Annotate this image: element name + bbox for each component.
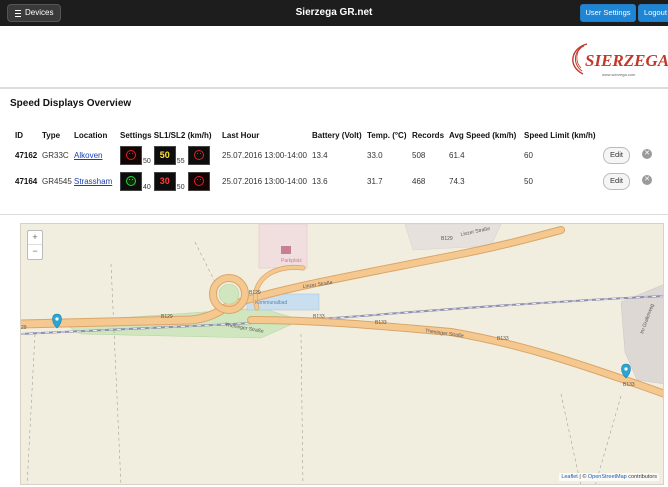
speed-display-sign: 50: [153, 145, 176, 165]
leaflet-link[interactable]: Leaflet: [561, 474, 578, 480]
remove-icon[interactable]: ✕: [642, 175, 652, 186]
map-attribution: Leaflet | © OpenStreetMap contributors: [559, 473, 659, 481]
location-link[interactable]: Alkoven: [74, 151, 102, 160]
page-title: Speed Displays Overview: [10, 98, 132, 109]
map-label: B133: [313, 314, 325, 320]
battery: 13.4: [312, 150, 328, 160]
location-link[interactable]: Strassham: [74, 177, 112, 186]
edit-button[interactable]: Edit: [603, 172, 630, 190]
column-header: Location: [74, 130, 108, 140]
sl2-value: 50: [176, 183, 185, 191]
devices-button[interactable]: Devices: [7, 4, 62, 22]
map-view[interactable]: B129 Linzer Straße B129 Linzer Straße B1…: [20, 223, 664, 485]
table-row: 47162 GR33C Alkoven 505055 25.07.2016 13…: [15, 142, 652, 168]
column-header: Temp. (°C): [367, 130, 407, 140]
frown-face-icon: [187, 171, 210, 191]
map-label: B133: [497, 336, 509, 342]
speed-limit: 50: [524, 176, 533, 186]
sl2-value: 55: [176, 157, 185, 165]
attribution-tail: contributors: [626, 474, 657, 480]
zoom-in-button[interactable]: +: [28, 231, 42, 245]
actions-cell: Edit ✕: [603, 142, 652, 168]
logout-button[interactable]: Logout: [638, 4, 668, 22]
temperature: 33.0: [367, 150, 383, 160]
speed-display-sign: 30: [153, 171, 176, 191]
parking-icon: [281, 246, 291, 254]
column-header: Avg Speed (km/h): [449, 130, 517, 140]
sl1-value: 50: [143, 157, 151, 165]
column-header: Type: [42, 130, 61, 140]
divider: [0, 214, 668, 215]
avg-speed: 74.3: [449, 176, 465, 186]
device-id: 47162: [15, 150, 38, 160]
column-header: Battery (Volt): [312, 130, 362, 140]
sierzega-logo: SIERZEGA www.sierzega.com: [572, 43, 668, 77]
map-label: B133: [375, 320, 387, 326]
map-label: Kommunalbad: [255, 300, 287, 306]
speed-limit: 60: [524, 150, 533, 160]
map-label: 29: [21, 325, 27, 331]
avg-speed: 61.4: [449, 150, 465, 160]
settings-cell: 505055: [120, 142, 222, 168]
map-label: B133: [623, 382, 635, 388]
map-label: B129: [441, 236, 453, 242]
devices-label: Devices: [25, 8, 54, 17]
last-hour: 25.07.2016 13:00-14:00: [222, 176, 307, 186]
table-row: 47164 GR4545 Strassham 403050 25.07.2016…: [15, 168, 652, 194]
actions-header: [603, 128, 652, 142]
remove-icon[interactable]: ✕: [642, 149, 652, 160]
column-header: Records: [412, 130, 445, 140]
hamburger-icon: [15, 9, 21, 17]
osm-link[interactable]: OpenStreetMap: [588, 474, 627, 480]
map-canvas: B129 Linzer Straße B129 Linzer Straße B1…: [21, 224, 663, 484]
last-hour: 25.07.2016 13:00-14:00: [222, 150, 307, 160]
column-header: Settings SL1/SL2 (km/h): [120, 130, 212, 140]
records: 468: [412, 176, 426, 186]
top-navbar: Devices Sierzega GR.net User Settings Lo…: [0, 0, 668, 26]
divider: [0, 87, 668, 89]
smile-face-icon: [120, 171, 142, 191]
temperature: 31.7: [367, 176, 383, 186]
zoom-out-button[interactable]: −: [28, 245, 42, 259]
user-settings-button[interactable]: User Settings: [580, 4, 636, 22]
map-label: B129: [161, 314, 173, 320]
edit-button[interactable]: Edit: [603, 146, 630, 164]
logo-brand: SIERZEGA: [585, 51, 668, 70]
column-header: Last Hour: [222, 130, 260, 140]
records: 508: [412, 150, 426, 160]
device-id: 47164: [15, 176, 38, 186]
attribution-separator: | ©: [577, 474, 588, 480]
sl1-value: 40: [143, 183, 151, 191]
map-label: Parkplatz: [281, 258, 302, 264]
frown-face-icon: [187, 145, 210, 165]
table-header-row: ID Type Location Settings SL1/SL2 (km/h)…: [15, 128, 652, 142]
column-header: Speed Limit (km/h): [524, 130, 596, 140]
actions-cell: Edit ✕: [603, 168, 652, 194]
frown-face-icon: [120, 145, 142, 165]
logo-url: www.sierzega.com: [602, 72, 636, 77]
device-type: GR4545: [42, 176, 72, 186]
speed-displays-table: ID Type Location Settings SL1/SL2 (km/h)…: [15, 128, 652, 194]
battery: 13.6: [312, 176, 328, 186]
device-type: GR33C: [42, 150, 69, 160]
zoom-control: + −: [27, 230, 43, 260]
map-label: B129: [249, 290, 261, 296]
settings-cell: 403050: [120, 168, 222, 194]
column-header: ID: [15, 130, 23, 140]
app-title: Sierzega GR.net: [295, 7, 373, 18]
